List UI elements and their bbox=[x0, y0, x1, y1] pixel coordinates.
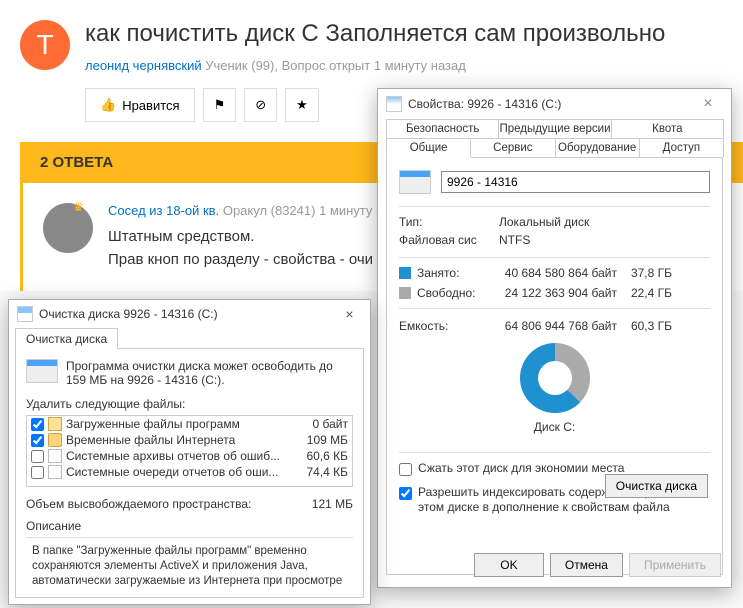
used-label: Занято: bbox=[417, 266, 487, 280]
list-item[interactable]: Временные файлы Интернета 109 МБ bbox=[27, 432, 352, 448]
index-checkbox[interactable] bbox=[399, 487, 412, 500]
cleanup-info-text: Программа очистки диска может освободить… bbox=[66, 359, 353, 387]
list-item[interactable]: Системные архивы отчетов об ошиб... 60,6… bbox=[27, 448, 352, 464]
crown-icon: ♛ bbox=[73, 200, 84, 214]
usage-donut-chart bbox=[520, 343, 590, 413]
tabs-row-bottom: Общие Сервис Оборудование Доступ bbox=[378, 138, 731, 157]
free-swatch bbox=[399, 287, 411, 299]
lock-icon bbox=[48, 433, 62, 447]
drive-large-icon bbox=[399, 170, 431, 194]
fs-label: Файловая сис bbox=[399, 233, 499, 247]
used-swatch bbox=[399, 267, 411, 279]
capacity-gb: 60,3 ГБ bbox=[617, 319, 672, 333]
item-size: 109 МБ bbox=[307, 433, 348, 447]
answer-avatar-wrap: ♛ bbox=[43, 203, 93, 271]
cleanup-icon bbox=[17, 306, 33, 322]
ok-button[interactable]: OK bbox=[474, 553, 544, 577]
cleanup-drive-icon bbox=[26, 359, 58, 383]
list-item[interactable]: Системные очереди отчетов об оши... 74,4… bbox=[27, 464, 352, 480]
tab-security[interactable]: Безопасность bbox=[386, 119, 499, 138]
item-name: Временные файлы Интернета bbox=[66, 433, 235, 447]
folder-icon bbox=[48, 417, 62, 431]
answer-author-link[interactable]: Сосед из 18-ой кв. bbox=[108, 203, 219, 218]
capacity-bytes: 64 806 944 768 байт bbox=[487, 319, 617, 333]
cleanup-title: Очистка диска 9926 - 14316 (C:) bbox=[39, 307, 218, 321]
properties-dialog: Свойства: 9926 - 14316 (C:) × Безопаснос… bbox=[377, 88, 732, 588]
tabs-row-top: Безопасность Предыдущие версии Квота bbox=[378, 119, 731, 138]
bookmark-button[interactable]: ⚑ bbox=[203, 88, 237, 122]
type-label: Тип: bbox=[399, 215, 499, 229]
flag-icon: ⚑ bbox=[214, 97, 226, 113]
item-size: 74,4 КБ bbox=[306, 465, 348, 479]
apply-button[interactable]: Применить bbox=[629, 553, 721, 577]
tab-body: Тип: Локальный диск Файловая сис NTFS За… bbox=[386, 157, 723, 575]
question-title: как почистить диск С Заполняется сам про… bbox=[85, 20, 743, 48]
disk-label: Диск C: bbox=[399, 420, 710, 434]
item-checkbox[interactable] bbox=[31, 434, 44, 447]
star-button[interactable]: ★ bbox=[285, 88, 319, 122]
compress-checkbox[interactable] bbox=[399, 463, 412, 476]
question-meta: леонид чернявский Ученик (99), Вопрос от… bbox=[85, 58, 743, 73]
close-button[interactable]: × bbox=[693, 95, 723, 113]
used-gb: 37,8 ГБ bbox=[617, 266, 672, 280]
tab-prev-versions[interactable]: Предыдущие версии bbox=[498, 119, 611, 138]
description-text: В папке "Загруженные файлы программ" вре… bbox=[26, 537, 353, 593]
block-icon: ⊘ bbox=[255, 97, 266, 113]
dialog-title: Свойства: 9926 - 14316 (C:) bbox=[408, 97, 561, 111]
item-checkbox[interactable] bbox=[31, 450, 44, 463]
drive-name-input[interactable] bbox=[441, 171, 710, 193]
thumbs-up-icon: 👍 bbox=[100, 97, 116, 113]
question-status: Вопрос открыт 1 минуту назад bbox=[282, 58, 466, 73]
item-name: Системные архивы отчетов об ошиб... bbox=[66, 449, 280, 463]
drive-icon bbox=[386, 96, 402, 112]
tab-hardware[interactable]: Оборудование bbox=[555, 138, 640, 157]
used-bytes: 40 684 580 864 байт bbox=[487, 266, 617, 280]
free-gb: 22,4 ГБ bbox=[617, 286, 672, 300]
answer-rank: Оракул (83241) bbox=[223, 203, 316, 218]
like-label: Нравится bbox=[122, 98, 179, 113]
free-bytes: 24 122 363 904 байт bbox=[487, 286, 617, 300]
compress-label: Сжать этот диск для экономии места bbox=[418, 461, 624, 477]
fs-value: NTFS bbox=[499, 233, 710, 247]
question-header: Т как почистить диск С Заполняется сам п… bbox=[20, 20, 743, 73]
list-item[interactable]: Загруженные файлы программ 0 байт bbox=[27, 416, 352, 432]
file-icon bbox=[48, 449, 62, 463]
free-label: Свободно: bbox=[417, 286, 487, 300]
file-icon bbox=[48, 465, 62, 479]
author-rank: Ученик (99), bbox=[205, 58, 278, 73]
answer-avatar[interactable] bbox=[43, 203, 93, 253]
item-name: Загруженные файлы программ bbox=[66, 417, 240, 431]
free-space-value: 121 МБ bbox=[312, 497, 353, 511]
disk-cleanup-button[interactable]: Очистка диска bbox=[605, 474, 708, 498]
item-size: 0 байт bbox=[313, 417, 348, 431]
titlebar[interactable]: Свойства: 9926 - 14316 (C:) × bbox=[378, 89, 731, 119]
item-checkbox[interactable] bbox=[31, 418, 44, 431]
star-icon: ★ bbox=[296, 97, 308, 113]
cleanup-close-button[interactable]: × bbox=[337, 306, 362, 322]
tab-general[interactable]: Общие bbox=[386, 138, 471, 158]
free-space-label: Объем высвобождаемого пространства: bbox=[26, 497, 251, 511]
description-label: Описание bbox=[26, 519, 353, 533]
block-button[interactable]: ⊘ bbox=[244, 88, 277, 122]
tab-service[interactable]: Сервис bbox=[470, 138, 555, 157]
type-value: Локальный диск bbox=[499, 215, 710, 229]
cancel-button[interactable]: Отмена bbox=[550, 553, 623, 577]
cleanup-titlebar[interactable]: Очистка диска 9926 - 14316 (C:) × bbox=[9, 300, 370, 328]
answer-time: 1 минуту н bbox=[319, 203, 383, 218]
delete-files-label: Удалить следующие файлы: bbox=[26, 397, 353, 411]
item-size: 60,6 КБ bbox=[306, 449, 348, 463]
cleanup-file-list[interactable]: Загруженные файлы программ 0 байт Времен… bbox=[26, 415, 353, 487]
item-name: Системные очереди отчетов об оши... bbox=[66, 465, 278, 479]
cleanup-tab[interactable]: Очистка диска bbox=[15, 328, 118, 349]
tab-access[interactable]: Доступ bbox=[639, 138, 724, 157]
tab-quota[interactable]: Квота bbox=[611, 119, 724, 138]
capacity-label: Емкость: bbox=[399, 319, 487, 333]
like-button[interactable]: 👍 Нравится bbox=[85, 88, 195, 122]
cleanup-dialog: Очистка диска 9926 - 14316 (C:) × Очистк… bbox=[8, 299, 371, 605]
item-checkbox[interactable] bbox=[31, 466, 44, 479]
cleanup-body: Программа очистки диска может освободить… bbox=[15, 348, 364, 598]
author-link[interactable]: леонид чернявский bbox=[85, 58, 202, 73]
avatar[interactable]: Т bbox=[20, 20, 70, 70]
